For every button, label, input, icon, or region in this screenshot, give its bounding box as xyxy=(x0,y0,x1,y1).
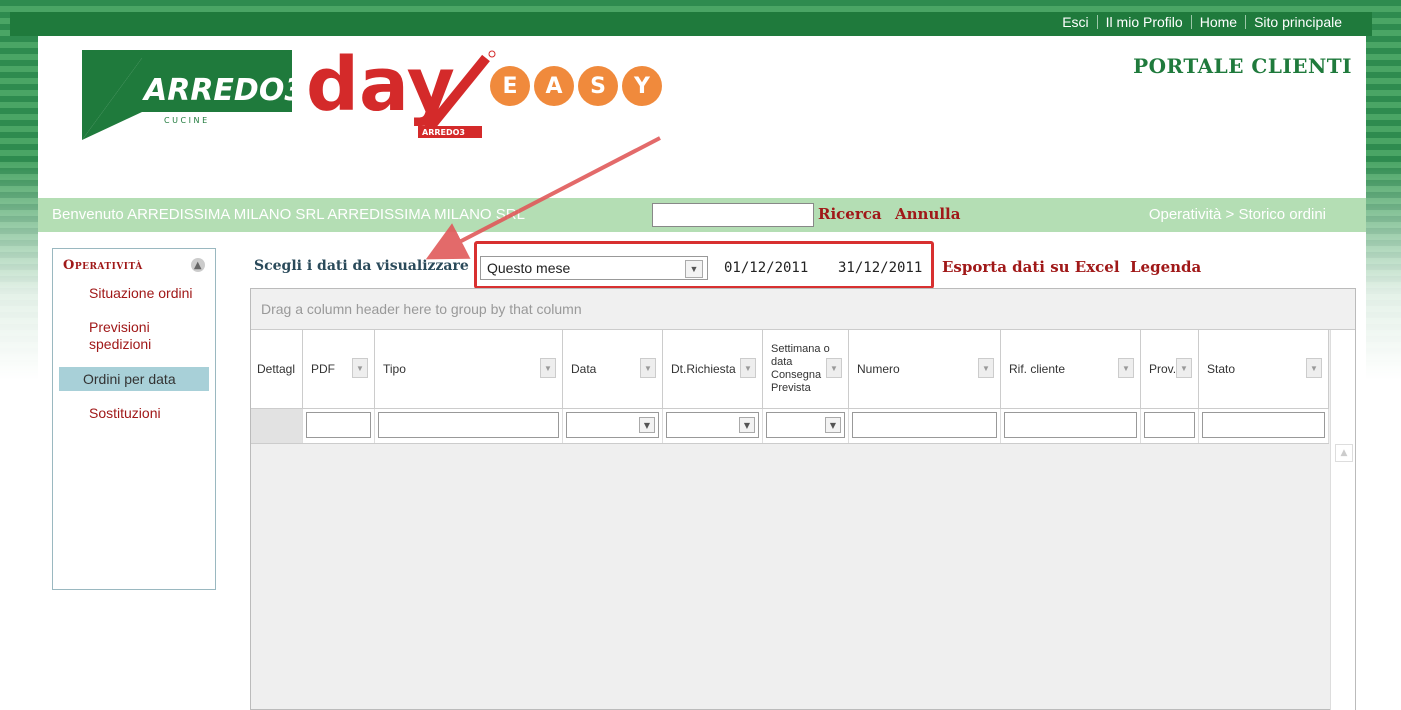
grid-filter-row: ▼ ▼ ▼ xyxy=(251,409,1329,444)
filter-cell-rif-cliente xyxy=(1001,409,1141,443)
filter-input-stato[interactable] xyxy=(1202,412,1325,438)
filter-cell-dt-richiesta: ▼ xyxy=(663,409,763,443)
search-button[interactable]: Ricerca xyxy=(818,205,882,223)
arredo-logo-sub: C U C I N E xyxy=(164,116,207,125)
easy-letter: Y xyxy=(622,66,662,106)
arredo-logo-text: ARREDO3 xyxy=(142,73,292,108)
filter-select-consegna[interactable]: ▼ xyxy=(766,412,845,438)
column-menu-icon[interactable]: ▼ xyxy=(1306,358,1322,378)
day-logo-text: day xyxy=(306,42,455,128)
sidebar-title: Operatività xyxy=(63,257,143,273)
sidebar-header[interactable]: Operatività ▲ xyxy=(53,249,215,281)
main-site-link[interactable]: Sito principale xyxy=(1246,14,1350,30)
column-menu-icon[interactable]: ▼ xyxy=(978,358,994,378)
column-label: Prov. xyxy=(1149,362,1177,376)
search-input[interactable] xyxy=(652,203,814,227)
column-label: Settimana o data Consegna Prevista xyxy=(771,343,830,394)
column-label: Dettagl xyxy=(257,362,296,376)
day-logo-sub: ARREDO3 xyxy=(422,128,465,137)
grid-header: Dettagl PDF ▼ Tipo ▼ Data ▼ Dt.Richiesta ▼ S… xyxy=(251,330,1329,409)
collapse-icon[interactable]: ▲ xyxy=(191,258,205,272)
easy-letter: A xyxy=(534,66,574,106)
column-label: Rif. cliente xyxy=(1009,362,1066,376)
welcome-bar: Benvenuto ARREDISSIMA MILANO SRL ARREDIS… xyxy=(38,198,1366,232)
easy-logo: E A S Y xyxy=(490,66,680,116)
page-container: ARREDO3 C U C I N E day ARREDO3 E A S Y … xyxy=(38,36,1366,710)
column-header-prov[interactable]: Prov. ▼ xyxy=(1141,330,1199,408)
filter-cell-consegna: ▼ xyxy=(763,409,849,443)
breadcrumb: Operatività > Storico ordini xyxy=(1148,206,1326,223)
filter-input-rif-cliente[interactable] xyxy=(1004,412,1137,438)
logout-link[interactable]: Esci xyxy=(1054,14,1096,30)
sidebar-item-previsioni-spedizioni[interactable]: Previsioni spedizioni xyxy=(59,315,209,357)
vertical-scrollbar[interactable]: ▲ xyxy=(1330,330,1355,710)
column-label: Stato xyxy=(1207,362,1236,376)
column-header-pdf[interactable]: PDF ▼ xyxy=(303,330,375,408)
export-excel-link[interactable]: Esporta dati su Excel xyxy=(942,258,1120,276)
sidebar-item-sostituzioni[interactable]: Sostituzioni xyxy=(59,401,209,425)
scroll-up-icon[interactable]: ▲ xyxy=(1335,444,1353,462)
group-by-panel[interactable]: Drag a column header here to group by th… xyxy=(251,289,1355,330)
filter-select-data[interactable]: ▼ xyxy=(566,412,659,438)
filter-cell-stato xyxy=(1199,409,1329,443)
filter-cell-pdf xyxy=(303,409,375,443)
column-label: Data xyxy=(571,362,597,376)
filter-input-prov[interactable] xyxy=(1144,412,1195,438)
filter-cell-prov xyxy=(1141,409,1199,443)
profile-link[interactable]: Il mio Profilo xyxy=(1098,14,1191,30)
chevron-down-icon[interactable]: ▼ xyxy=(825,417,841,433)
filter-select-dt-richiesta[interactable]: ▼ xyxy=(666,412,759,438)
filter-input-pdf[interactable] xyxy=(306,412,371,438)
portal-title: PORTALE CLIENTI xyxy=(1133,54,1352,78)
easy-letter: E xyxy=(490,66,530,106)
sidebar-item-ordini-per-data[interactable]: Ordini per data xyxy=(59,367,209,391)
home-link[interactable]: Home xyxy=(1192,14,1245,30)
column-label: Tipo xyxy=(383,362,406,376)
chevron-down-icon[interactable]: ▼ xyxy=(739,417,755,433)
column-menu-icon[interactable]: ▼ xyxy=(352,358,368,378)
column-menu-icon[interactable]: ▼ xyxy=(740,358,756,378)
top-nav-bar: Esci Il mio Profilo Home Sito principale xyxy=(10,12,1372,36)
filter-cell-empty xyxy=(251,409,303,443)
column-header-consegna-prevista[interactable]: Settimana o data Consegna Prevista ▼ xyxy=(763,330,849,408)
cancel-button[interactable]: Annulla xyxy=(895,205,960,223)
filter-input-tipo[interactable] xyxy=(378,412,559,438)
filter-cell-numero xyxy=(849,409,1001,443)
column-menu-icon[interactable]: ▼ xyxy=(826,358,842,378)
chevron-down-icon[interactable]: ▼ xyxy=(639,417,655,433)
sidebar: Operatività ▲ Situazione ordini Previsio… xyxy=(52,248,216,590)
column-menu-icon[interactable]: ▼ xyxy=(1118,358,1134,378)
column-menu-icon[interactable]: ▼ xyxy=(1176,358,1192,378)
legend-link[interactable]: Legenda xyxy=(1130,258,1201,276)
welcome-text: Benvenuto ARREDISSIMA MILANO SRL ARREDIS… xyxy=(52,206,525,223)
column-menu-icon[interactable]: ▼ xyxy=(540,358,556,378)
column-menu-icon[interactable]: ▼ xyxy=(640,358,656,378)
top-nav-links: Esci Il mio Profilo Home Sito principale xyxy=(1054,14,1350,30)
orders-grid: Drag a column header here to group by th… xyxy=(250,288,1356,710)
highlight-box xyxy=(474,241,934,289)
day-logo: day ARREDO3 xyxy=(306,42,496,138)
column-header-rif-cliente[interactable]: Rif. cliente ▼ xyxy=(1001,330,1141,408)
column-header-dt-richiesta[interactable]: Dt.Richiesta ▼ xyxy=(663,330,763,408)
column-label: Dt.Richiesta xyxy=(671,362,736,376)
filter-cell-tipo xyxy=(375,409,563,443)
sidebar-item-situazione-ordini[interactable]: Situazione ordini xyxy=(59,281,209,305)
column-header-data[interactable]: Data ▼ xyxy=(563,330,663,408)
column-label: PDF xyxy=(311,362,335,376)
column-header-tipo[interactable]: Tipo ▼ xyxy=(375,330,563,408)
column-header-dettagli[interactable]: Dettagl xyxy=(251,330,303,408)
filter-cell-data: ▼ xyxy=(563,409,663,443)
filter-input-numero[interactable] xyxy=(852,412,997,438)
arredo3-logo: ARREDO3 C U C I N E xyxy=(82,50,292,140)
choose-data-label: Scegli i dati da visualizzare xyxy=(254,258,469,274)
column-header-stato[interactable]: Stato ▼ xyxy=(1199,330,1329,408)
column-header-numero[interactable]: Numero ▼ xyxy=(849,330,1001,408)
easy-letter: S xyxy=(578,66,618,106)
column-label: Numero xyxy=(857,362,900,376)
